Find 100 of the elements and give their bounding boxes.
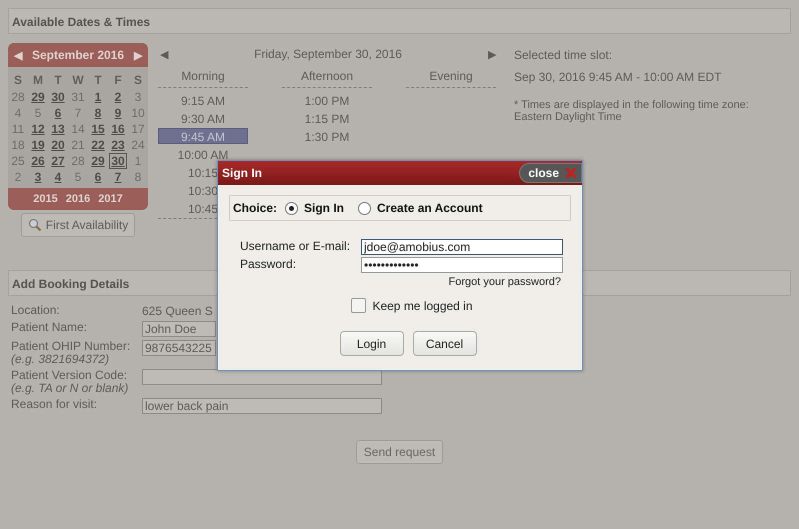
input-field[interactable]: John Doe: [142, 321, 216, 337]
choice-label: Choice:: [233, 201, 278, 215]
time-slot[interactable]: 9:30 AM: [176, 110, 230, 126]
forgot-password-link[interactable]: Forgot your password?: [218, 276, 561, 288]
dialog-button[interactable]: Cancel: [412, 331, 476, 356]
year-link[interactable]: 2017: [98, 193, 123, 205]
calendar-day: 14: [69, 121, 87, 137]
close-button[interactable]: close: [519, 163, 582, 183]
weekday-label: W: [71, 72, 85, 89]
previous-day-button[interactable]: ◀: [160, 48, 168, 60]
input-field[interactable]: lower back pain: [142, 398, 382, 414]
calendar-day: 5: [69, 169, 87, 185]
calendar-day[interactable]: 29: [29, 89, 47, 105]
column-header: Morning: [158, 69, 248, 88]
calendar-day[interactable]: 29: [89, 153, 107, 169]
password-field[interactable]: •••••••••••••: [361, 257, 563, 273]
section-header: Available Dates & Times: [8, 8, 791, 34]
selected-slot-value: Sep 30, 2016 9:45 AM - 10:00 AM EDT: [514, 70, 722, 84]
weekday-label: S: [12, 72, 23, 89]
year-link[interactable]: 2016: [66, 193, 90, 205]
time-slot[interactable]: 9:45 AM: [158, 128, 248, 144]
calendar-day: 17: [129, 121, 147, 137]
send-request-button[interactable]: Send request: [356, 440, 444, 464]
field-label: Reason for visit:: [11, 398, 98, 411]
calendar-day[interactable]: 3: [29, 169, 47, 185]
calendar-day: 7: [69, 105, 87, 121]
next-day-button[interactable]: ▶: [488, 48, 496, 60]
close-icon: [565, 167, 577, 179]
field-hint: (e.g. 3821694372): [11, 353, 110, 366]
field-label: Patient OHIP Number:: [11, 340, 132, 353]
calendar-day: 1: [129, 153, 147, 169]
calendar-day[interactable]: 7: [109, 169, 127, 185]
calendar-day: 4: [9, 105, 27, 121]
search-icon: [28, 218, 42, 232]
calendar-day: 25: [9, 153, 27, 169]
keep-logged-in-checkbox[interactable]: Keep me logged in: [218, 298, 582, 313]
input-field[interactable]: [142, 369, 382, 385]
calendar-day[interactable]: 6: [49, 105, 67, 121]
calendar-day[interactable]: 23: [109, 137, 127, 153]
calendar-day: 3: [129, 89, 147, 105]
weekday-label: M: [32, 72, 44, 89]
calendar-day[interactable]: 22: [89, 137, 107, 153]
timezone-note: * Times are displayed in the following time zone:: [514, 99, 750, 111]
selected-slot-label: Selected time slot:: [514, 48, 614, 62]
field-label: Location:: [11, 304, 61, 317]
input-field[interactable]: 9876543225: [142, 340, 216, 356]
field-label: Username or E-mail:: [240, 239, 352, 255]
calendar-day[interactable]: 1: [89, 89, 107, 105]
radio-option[interactable]: Create an Account: [358, 201, 483, 215]
column-header: Afternoon: [282, 69, 372, 88]
calendar-month: September 2016: [32, 48, 124, 62]
calendar-day: 28: [69, 153, 87, 169]
calendar-day[interactable]: 15: [89, 121, 107, 137]
calendar-day: 2: [9, 169, 27, 185]
calendar-day: 5: [29, 105, 47, 121]
weekday-label: T: [53, 72, 63, 89]
calendar-day: 11: [9, 121, 27, 137]
calendar-day: 10: [129, 105, 147, 121]
calendar-day[interactable]: 27: [49, 153, 67, 169]
weekday-label: S: [132, 72, 143, 89]
calendar-day: 28: [9, 89, 27, 105]
time-slot[interactable]: 1:30 PM: [300, 128, 354, 144]
year-link[interactable]: 2015: [33, 193, 58, 205]
field-label: Patient Name:: [11, 321, 88, 334]
calendar-day: 21: [69, 137, 87, 153]
calendar-day: 31: [69, 89, 87, 105]
calendar-day[interactable]: 8: [89, 105, 107, 121]
field-hint: (e.g. TA or N or blank): [11, 382, 130, 395]
next-month-button[interactable]: ▶: [134, 48, 142, 62]
dialog-title: Sign In: [222, 166, 262, 180]
time-slot[interactable]: 1:15 PM: [300, 110, 354, 126]
calendar-day[interactable]: 30: [49, 89, 67, 105]
calendar-day[interactable]: 4: [49, 169, 67, 185]
calendar-day[interactable]: 30: [109, 153, 127, 169]
weekday-label: T: [93, 72, 103, 89]
previous-month-button[interactable]: ◀: [14, 48, 22, 62]
field-label: Patient Version Code:: [11, 369, 128, 382]
calendar-day: 24: [129, 137, 147, 153]
calendar-day: 8: [129, 169, 147, 185]
username-field[interactable]: jdoe@amobius.com: [361, 239, 563, 255]
weekday-label: F: [113, 72, 123, 89]
calendar-day[interactable]: 6: [89, 169, 107, 185]
time-slot[interactable]: 9:15 AM: [176, 92, 230, 108]
calendar-day[interactable]: 12: [29, 121, 47, 137]
calendar-day[interactable]: 16: [109, 121, 127, 137]
calendar-day[interactable]: 2: [109, 89, 127, 105]
location-value: 625 Queen S: [142, 304, 213, 318]
time-slot[interactable]: 10:00 AM: [172, 146, 234, 162]
radio-option[interactable]: Sign In: [285, 201, 344, 215]
first-availability-button[interactable]: First Availability: [20, 213, 136, 237]
calendar-day[interactable]: 9: [109, 105, 127, 121]
column-header: Evening: [406, 69, 496, 88]
calendar-day[interactable]: 26: [29, 153, 47, 169]
calendar-day[interactable]: 13: [49, 121, 67, 137]
dialog-button[interactable]: Login: [340, 331, 404, 356]
calendar-day[interactable]: 19: [29, 137, 47, 153]
calendar-day: 18: [9, 137, 27, 153]
time-slot[interactable]: 1:00 PM: [300, 92, 354, 108]
calendar-day[interactable]: 20: [49, 137, 67, 153]
day-title: Friday, September 30, 2016: [254, 47, 402, 61]
